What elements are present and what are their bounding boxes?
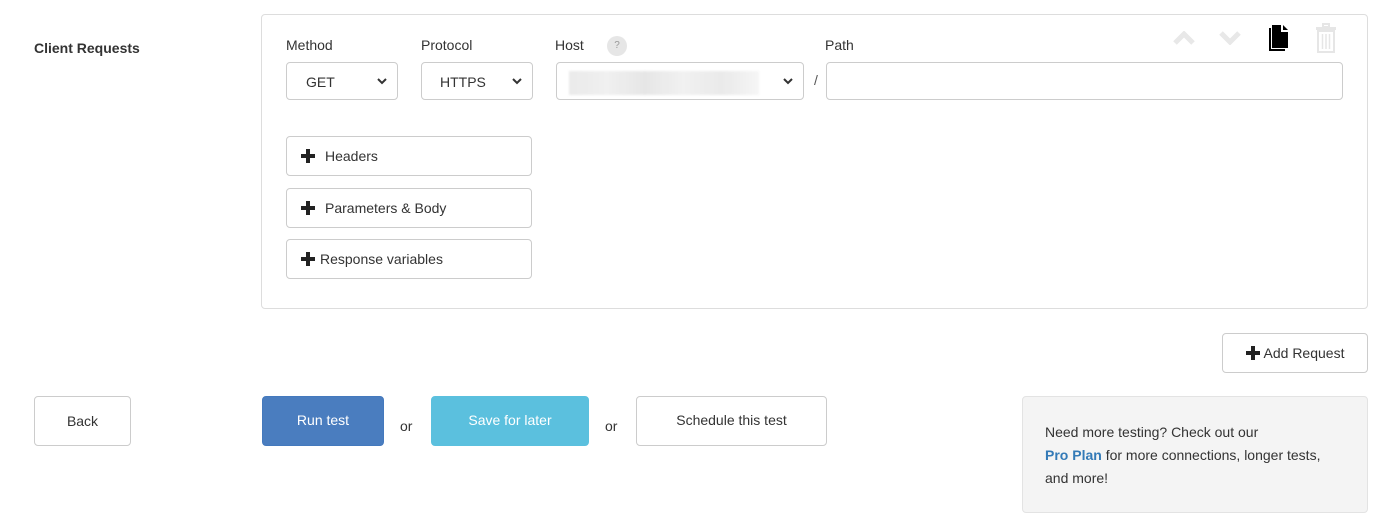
schedule-test-button[interactable]: Schedule this test	[636, 396, 827, 446]
chevron-down-icon	[512, 78, 522, 85]
method-value: GET	[306, 74, 335, 90]
pro-plan-link[interactable]: Pro Plan	[1045, 447, 1102, 463]
back-button[interactable]: Back	[34, 396, 131, 446]
parameters-body-label: Parameters & Body	[325, 200, 447, 216]
path-separator: /	[814, 72, 818, 88]
protocol-value: HTTPS	[440, 74, 486, 90]
host-help-icon[interactable]: ?	[607, 36, 627, 56]
protocol-select[interactable]: HTTPS	[421, 62, 533, 100]
path-label: Path	[825, 37, 854, 53]
add-request-button[interactable]: Add Request	[1222, 333, 1368, 373]
parameters-body-toggle[interactable]: Parameters & Body	[286, 188, 532, 228]
plus-icon	[301, 149, 315, 163]
promo-text-before: Need more testing? Check out our	[1045, 424, 1259, 440]
chevron-up-icon[interactable]	[1172, 25, 1196, 51]
host-value-redacted	[569, 71, 759, 95]
add-request-label: Add Request	[1263, 345, 1345, 361]
protocol-label: Protocol	[421, 37, 473, 53]
pro-plan-promo: Need more testing? Check out our Pro Pla…	[1022, 396, 1368, 513]
or-separator: or	[400, 418, 413, 434]
headers-label: Headers	[325, 148, 378, 164]
host-select[interactable]	[556, 62, 804, 100]
section-label: Client Requests	[34, 40, 140, 56]
chevron-down-icon	[783, 78, 793, 85]
method-select[interactable]: GET	[286, 62, 398, 100]
chevron-down-icon[interactable]	[1218, 25, 1242, 51]
plus-icon	[1245, 346, 1260, 360]
client-request-panel: Method Protocol Host ? Path GET HTTPS /	[261, 14, 1368, 309]
chevron-down-icon	[377, 78, 387, 85]
response-variables-label: Response variables	[320, 251, 443, 267]
save-for-later-button[interactable]: Save for later	[431, 396, 589, 446]
method-label: Method	[286, 37, 333, 53]
plus-icon	[301, 252, 315, 266]
trash-icon[interactable]	[1314, 23, 1338, 53]
response-variables-toggle[interactable]: Response variables	[286, 239, 532, 279]
host-label: Host	[555, 37, 584, 53]
copy-icon[interactable]	[1266, 25, 1290, 51]
headers-toggle[interactable]: Headers	[286, 136, 532, 176]
or-separator: or	[605, 418, 618, 434]
path-input[interactable]	[826, 62, 1343, 100]
run-test-button[interactable]: Run test	[262, 396, 384, 446]
plus-icon	[301, 201, 315, 215]
